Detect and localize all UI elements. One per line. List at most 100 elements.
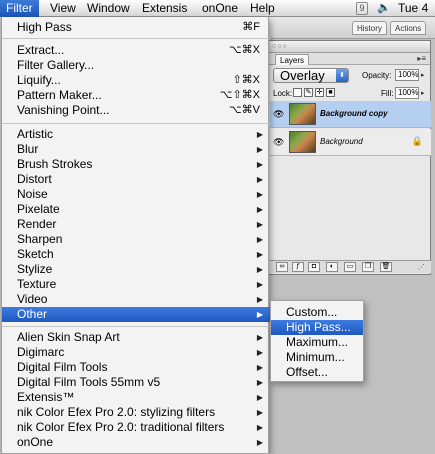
opacity-slider-icon[interactable]: ▸ (421, 71, 425, 79)
palette-menu-icon[interactable]: ▸≡ (417, 54, 426, 63)
submenu-item-high-pass[interactable]: High Pass... (271, 320, 363, 335)
updown-arrows-icon: ⬍ (336, 69, 348, 82)
menu-item-label: Stylize (17, 262, 53, 276)
layer-name: Background copy (320, 109, 388, 118)
menu-item-pattern-maker[interactable]: Pattern Maker... ⌥⇧⌘X (2, 88, 270, 103)
menu-item-label: Alien Skin Snap Art (17, 330, 120, 344)
layer-thumbnail (289, 131, 316, 153)
trash-icon[interactable]: 🗑 (380, 262, 392, 272)
menu-item-artistic[interactable]: Artistic ▶ (2, 127, 270, 142)
resize-grip-icon[interactable]: ⋰ (418, 263, 425, 271)
layer-mask-icon[interactable]: ◘ (308, 262, 320, 272)
submenu-item-offset[interactable]: Offset... (271, 365, 363, 380)
menu-item-pixelate[interactable]: Pixelate ▶ (2, 202, 270, 217)
layer-row-background-copy[interactable]: 👁 Background copy (270, 101, 431, 128)
menu-item-texture[interactable]: Texture ▶ (2, 277, 270, 292)
menu-item-vanishing-point[interactable]: Vanishing Point... ⌥⌘V (2, 103, 270, 118)
submenu-item-maximum[interactable]: Maximum... (271, 335, 363, 350)
submenu-item-minimum[interactable]: Minimum... (271, 350, 363, 365)
new-layer-icon[interactable]: ❐ (362, 262, 374, 272)
menu-bar: Filter View Window Extensis onOne Help 9… (0, 0, 435, 17)
palette-well: History Actions (260, 17, 435, 39)
link-layers-icon[interactable]: ∞ (276, 262, 288, 272)
menu-item-digital-film-tools[interactable]: Digital Film Tools ▶ (2, 360, 270, 375)
lock-position-icon[interactable]: ✛ (315, 88, 324, 97)
menu-item-render[interactable]: Render ▶ (2, 217, 270, 232)
tab-history[interactable]: History (352, 21, 387, 35)
menu-item-alien-skin[interactable]: Alien Skin Snap Art ▶ (2, 330, 270, 345)
palette-footer: ∞ ƒ ◘ ◐ ▭ ❐ 🗑 ⋰ (270, 260, 431, 273)
spaces-icon[interactable]: 9 (356, 2, 368, 15)
menu-item-extensis[interactable]: Extensis™ ▶ (2, 390, 270, 405)
menu-onone[interactable]: onOne (196, 0, 244, 17)
layer-style-icon[interactable]: ƒ (292, 262, 304, 272)
submenu-arrow-icon: ▶ (256, 235, 263, 244)
lock-transparency-icon[interactable] (293, 88, 302, 97)
tab-layers[interactable]: Layers (275, 54, 310, 65)
menu-item-label: Digital Film Tools 55mm v5 (17, 375, 161, 389)
menu-help[interactable]: Help (244, 0, 281, 17)
new-group-icon[interactable]: ▭ (344, 262, 356, 272)
menu-item-blur[interactable]: Blur ▶ (2, 142, 270, 157)
palette-titlebar[interactable]: ○○○ (269, 41, 430, 53)
blend-mode-value: Overlay (280, 68, 325, 83)
filter-menu: High Pass ⌘F Extract... ⌥⌘X Filter Galle… (1, 17, 270, 454)
submenu-arrow-icon: ▶ (256, 130, 263, 139)
eye-icon[interactable]: 👁 (273, 109, 284, 120)
menu-view[interactable]: View (44, 0, 82, 17)
fill-slider-icon[interactable]: ▸ (421, 89, 425, 97)
menu-item-nik-traditional[interactable]: nik Color Efex Pro 2.0: traditional filt… (2, 420, 270, 435)
opacity-field[interactable]: 100% (395, 69, 419, 81)
volume-icon[interactable]: 🔈 (377, 0, 391, 17)
menu-item-label: Extensis™ (17, 390, 75, 404)
eye-icon[interactable]: 👁 (273, 137, 284, 148)
menu-filter[interactable]: Filter (0, 0, 39, 17)
menu-item-label: High Pass (17, 20, 72, 34)
menu-item-liquify[interactable]: Liquify... ⇧⌘X (2, 73, 270, 88)
menu-item-label: Vanishing Point... (17, 103, 110, 117)
menu-item-other[interactable]: Other ▶ (2, 307, 270, 322)
menu-item-label: Distort (17, 172, 52, 186)
menu-item-digimarc[interactable]: Digimarc ▶ (2, 345, 270, 360)
submenu-item-custom[interactable]: Custom... (271, 305, 363, 320)
menu-item-video[interactable]: Video ▶ (2, 292, 270, 307)
menubar-clock[interactable]: Tue 4 (398, 0, 428, 17)
menu-item-label: nik Color Efex Pro 2.0: stylizing filter… (17, 405, 216, 419)
menu-window[interactable]: Window (81, 0, 136, 17)
lock-all-icon[interactable]: ■ (326, 88, 335, 97)
menu-item-sharpen[interactable]: Sharpen ▶ (2, 232, 270, 247)
fill-label: Fill: (381, 89, 394, 98)
menu-item-filter-gallery[interactable]: Filter Gallery... (2, 58, 270, 73)
tab-actions[interactable]: Actions (390, 21, 427, 35)
menu-item-brush-strokes[interactable]: Brush Strokes ▶ (2, 157, 270, 172)
adjustment-layer-icon[interactable]: ◐ (326, 262, 338, 272)
menu-item-label: Brush Strokes (17, 157, 93, 171)
lock-pixels-icon[interactable]: ✎ (304, 88, 313, 97)
menu-item-extract[interactable]: Extract... ⌥⌘X (2, 43, 270, 58)
menu-item-onone[interactable]: onOne ▶ (2, 435, 270, 450)
blend-mode-select[interactable]: Overlay ⬍ (273, 68, 349, 83)
menu-item-distort[interactable]: Distort ▶ (2, 172, 270, 187)
menu-item-label: Noise (17, 187, 48, 201)
menu-item-shortcut: ⇧⌘X (232, 74, 260, 86)
fill-field[interactable]: 100% (395, 87, 419, 99)
menu-item-stylize[interactable]: Stylize ▶ (2, 262, 270, 277)
menu-item-label: Pattern Maker... (17, 88, 102, 102)
submenu-arrow-icon: ▶ (256, 348, 263, 357)
menu-item-shortcut: ⌥⌘X (228, 44, 260, 56)
menu-extensis[interactable]: Extensis (136, 0, 193, 17)
menu-item-noise[interactable]: Noise ▶ (2, 187, 270, 202)
layer-row-background[interactable]: 👁 Background 🔒 (270, 129, 431, 156)
submenu-arrow-icon: ▶ (256, 363, 263, 372)
menu-item-label: Digimarc (17, 345, 65, 359)
layers-palette: ○○○ Layers ▸≡ Overlay ⬍ Opacity: 100% ▸ … (268, 40, 431, 275)
other-submenu: Custom... High Pass... Maximum... Minimu… (270, 300, 364, 382)
menu-item-digital-film-tools-55mm[interactable]: Digital Film Tools 55mm v5 ▶ (2, 375, 270, 390)
menu-item-sketch[interactable]: Sketch ▶ (2, 247, 270, 262)
menu-item-last-filter[interactable]: High Pass ⌘F (2, 20, 270, 35)
menu-item-nik-stylizing[interactable]: nik Color Efex Pro 2.0: stylizing filter… (2, 405, 270, 420)
submenu-arrow-icon: ▶ (256, 160, 263, 169)
menu-item-label: Filter Gallery... (17, 58, 95, 72)
layer-thumbnail (289, 103, 316, 125)
window-buttons-icon[interactable]: ○○○ (272, 43, 288, 50)
